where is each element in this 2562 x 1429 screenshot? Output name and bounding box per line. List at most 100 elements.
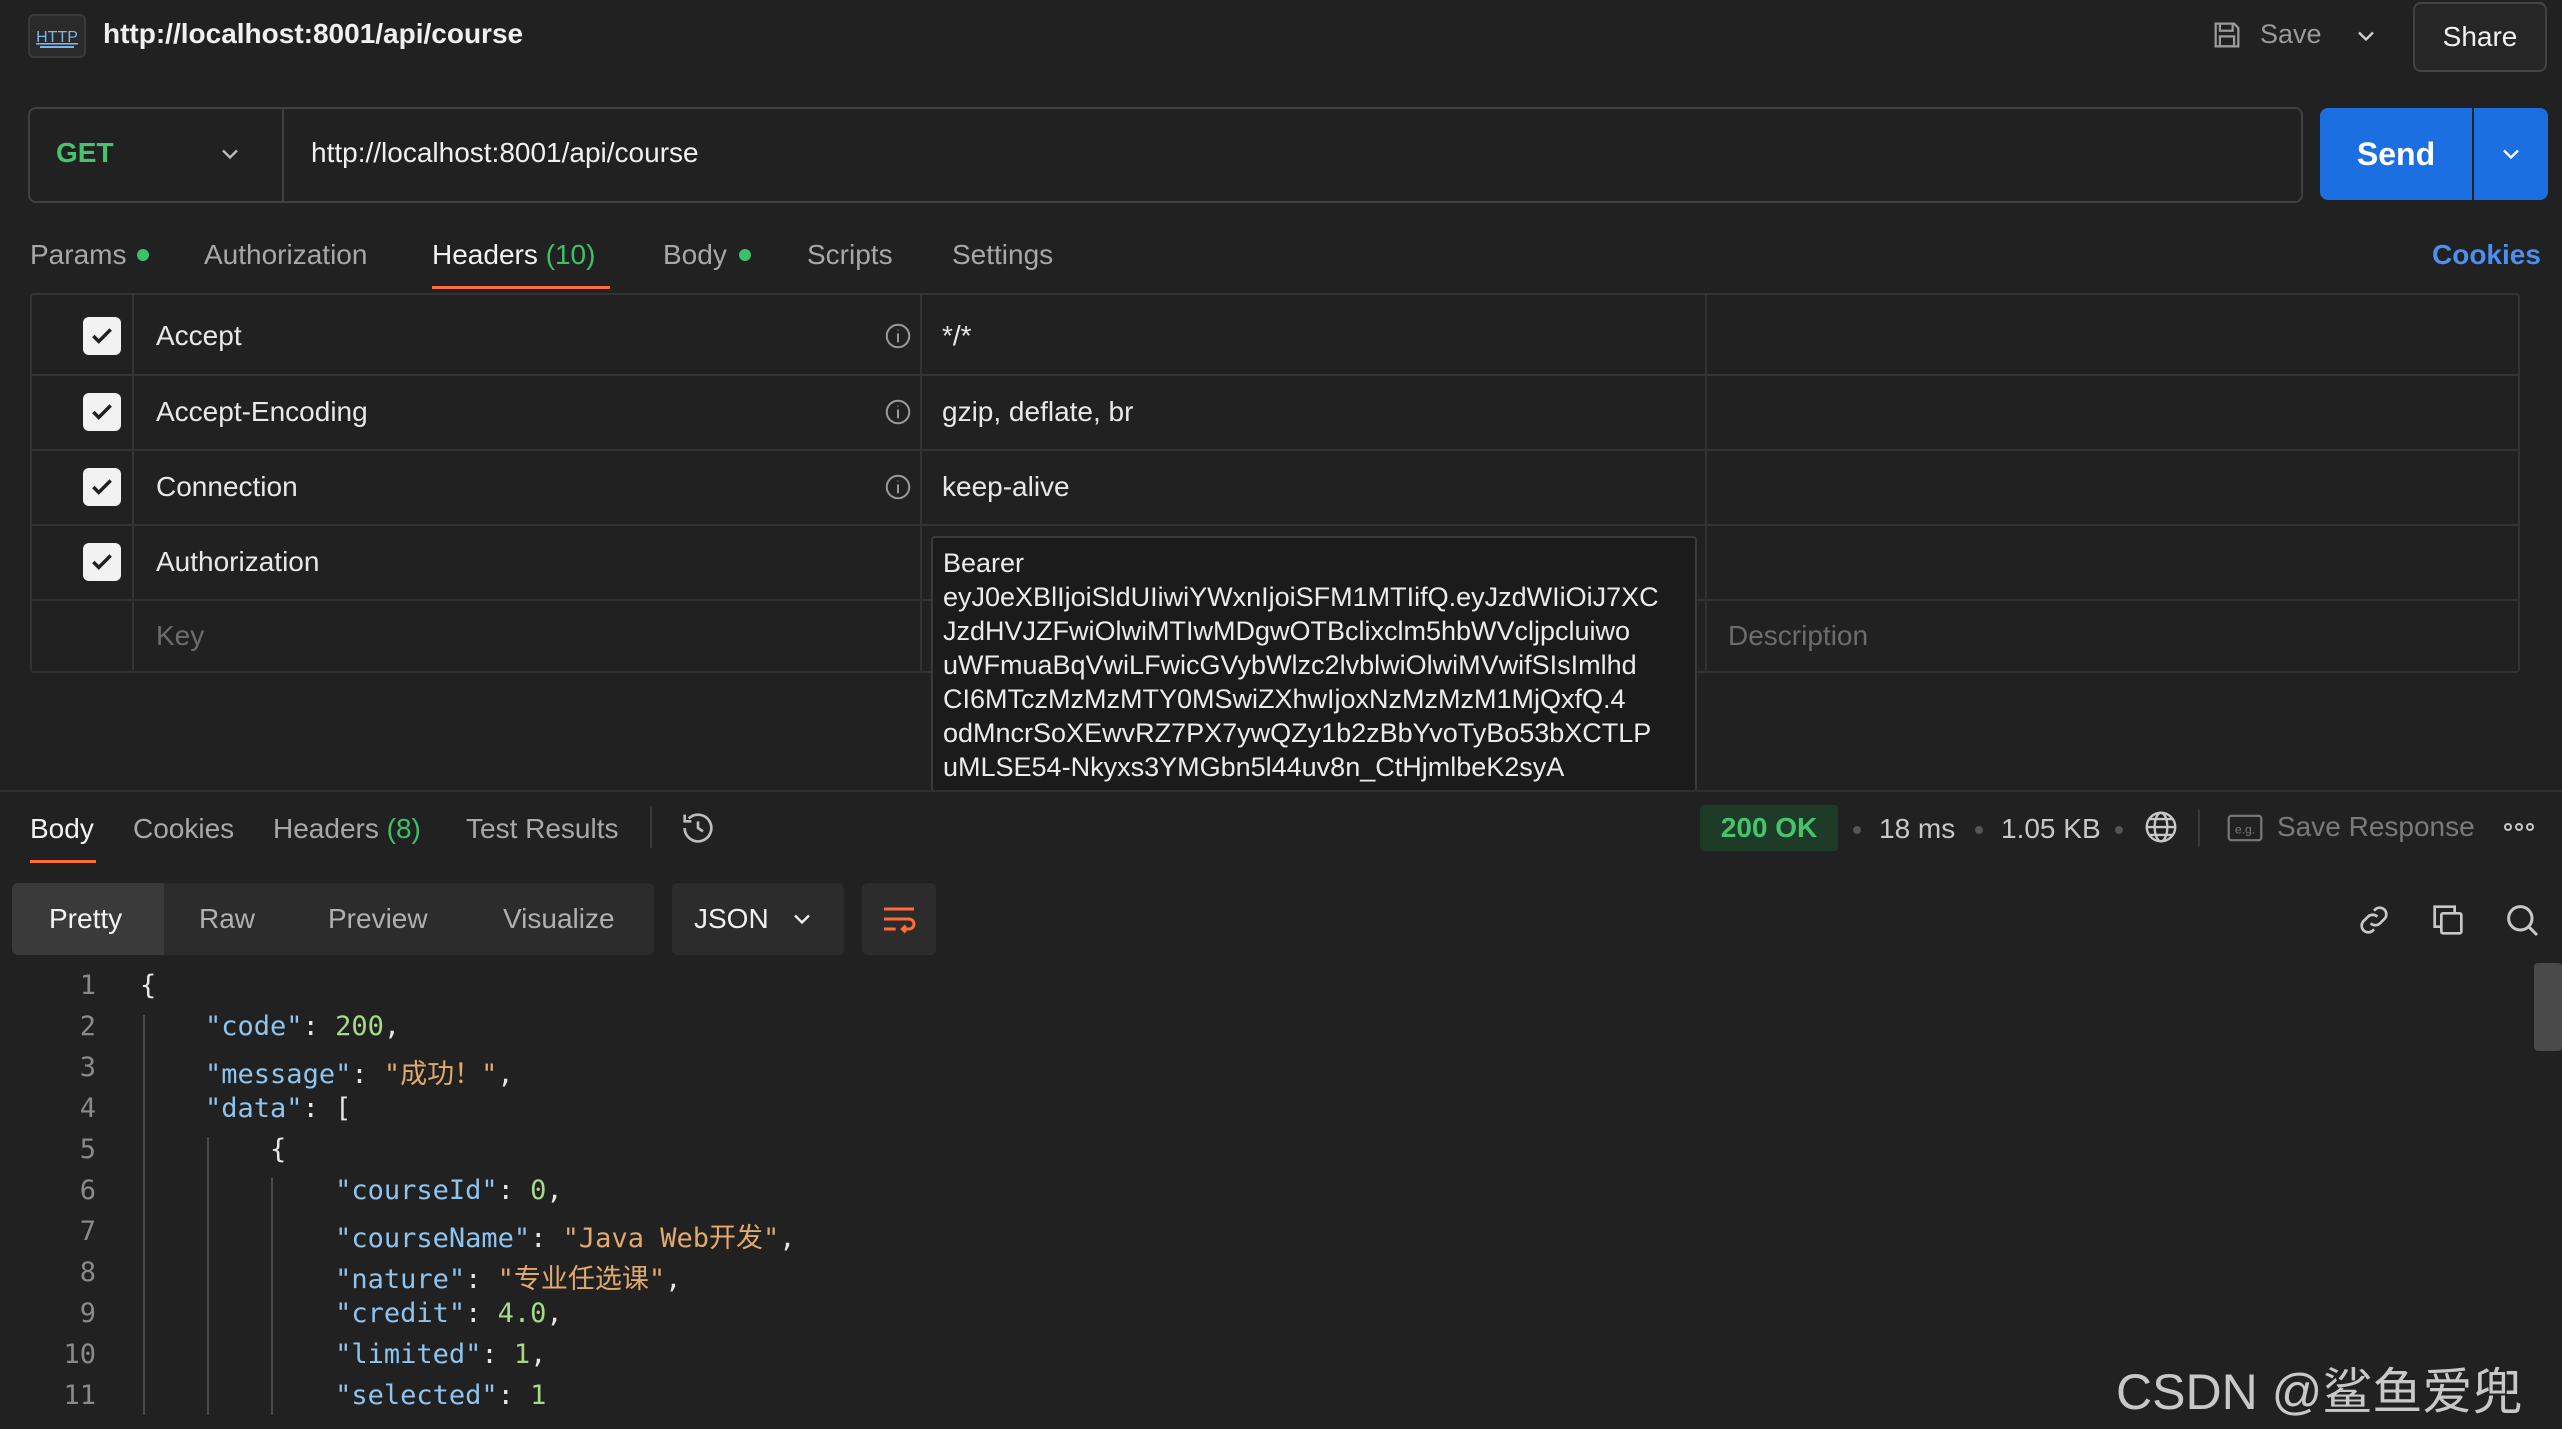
header-connection-checkbox[interactable] [83, 468, 121, 506]
tab-settings[interactable]: Settings [952, 239, 1053, 271]
tab-body[interactable]: Body [663, 239, 727, 271]
header-value[interactable]: gzip, deflate, br [942, 396, 1133, 428]
svg-text:e.g.: e.g. [2235, 822, 2255, 836]
wrap-lines-icon [884, 907, 916, 934]
meta-divider [2198, 810, 2200, 846]
wrap-lines-button[interactable] [862, 883, 936, 955]
line-number: 10 [63, 1339, 96, 1370]
row-divider [32, 449, 2518, 451]
line-number: 7 [79, 1216, 96, 1247]
resp-tab-test-results[interactable]: Test Results [466, 813, 619, 845]
code-line[interactable]: "courseName": "Java Web开发", [140, 1216, 795, 1255]
header-accept-encoding-checkbox[interactable] [83, 393, 121, 431]
resp-tab-cookies[interactable]: Cookies [133, 813, 234, 845]
http-request-icon: HTTP [28, 14, 86, 58]
tab-authorization[interactable]: Authorization [204, 239, 367, 271]
copy-icon[interactable] [2428, 900, 2468, 940]
format-raw[interactable]: Raw [199, 903, 255, 935]
code-line[interactable]: "limited": 1, [140, 1339, 546, 1370]
header-key[interactable]: Accept [156, 320, 242, 352]
bearer-line: eyJ0eXBlIjoiSldUIiwiYWxnIjoiSFM1MTIifQ.e… [943, 582, 1659, 612]
line-number: 3 [79, 1052, 96, 1083]
method-select[interactable]: GET [56, 137, 114, 169]
watermark: CSDN @鲨鱼爱兜兜 [2116, 1364, 2523, 1420]
code-line[interactable]: "code": 200, [140, 1011, 400, 1042]
header-description-input[interactable]: Description [1728, 620, 1868, 652]
response-divider [0, 790, 2562, 792]
code-line[interactable]: "selected": 1 [140, 1380, 546, 1411]
resp-tab-headers[interactable]: Headers (8) [273, 813, 421, 845]
line-number: 6 [79, 1175, 96, 1206]
header-authorization-checkbox[interactable] [83, 543, 121, 581]
request-title[interactable]: http://localhost:8001/api/course [103, 18, 523, 50]
url-input[interactable]: http://localhost:8001/api/course [311, 137, 699, 169]
cookies-link[interactable]: Cookies [2432, 239, 2541, 271]
bearer-line: odMncrSoXEwvRZ7PX7ywQZy1b2zBbYvoTyBo53bX… [943, 718, 1652, 748]
line-number: 11 [63, 1380, 96, 1411]
bearer-line: Bearer [943, 548, 1025, 578]
line-number: 4 [79, 1093, 96, 1124]
column-divider [920, 295, 922, 671]
language-chevron-icon[interactable] [788, 905, 816, 933]
code-line[interactable]: { [140, 1134, 286, 1165]
info-icon[interactable] [883, 472, 913, 502]
column-divider [1705, 295, 1707, 671]
header-key-input[interactable]: Key [156, 620, 204, 652]
header-key[interactable]: Connection [156, 471, 298, 503]
status-badge[interactable]: 200 OK [1700, 805, 1838, 851]
header-key[interactable]: Accept-Encoding [156, 396, 368, 428]
save-button[interactable]: Save [2260, 19, 2322, 50]
header-key[interactable]: Authorization [156, 546, 319, 578]
share-button[interactable]: Share [2413, 2, 2547, 72]
info-icon[interactable] [883, 321, 913, 351]
header-accept-checkbox[interactable] [83, 317, 121, 355]
format-preview[interactable]: Preview [328, 903, 428, 935]
globe-icon[interactable] [2142, 808, 2180, 846]
resp-tab-headers-label: Headers [273, 813, 379, 844]
code-line[interactable]: "nature": "专业任选课", [140, 1257, 681, 1296]
bearer-line: uWFmuaBqVwiLFwicGVybWlzc2lvblwiOlwiMVwif… [943, 650, 1637, 680]
params-indicator-dot [137, 249, 149, 261]
line-number: 2 [79, 1011, 96, 1042]
send-button[interactable]: Send [2320, 108, 2472, 200]
save-options-chevron-icon[interactable] [2352, 22, 2380, 50]
line-number: 5 [79, 1134, 96, 1165]
row-divider [32, 524, 2518, 526]
bearer-line: CI6MTczMzMzMTY0MSwiZXhwIjoxNzMzMzM1MjQxf… [943, 684, 1626, 714]
authorization-value-editor[interactable]: Bearer eyJ0eXBlIjoiSldUIiwiYWxnIjoiSFM1M… [931, 536, 1697, 792]
history-icon[interactable] [678, 808, 718, 848]
header-value[interactable]: keep-alive [942, 471, 1070, 503]
tab-headers-count: (10) [545, 239, 596, 270]
editor-scrollbar[interactable] [2534, 963, 2562, 1051]
resp-tab-body[interactable]: Body [30, 813, 94, 845]
active-tab-indicator [432, 286, 610, 289]
code-line[interactable]: { [140, 970, 156, 1001]
save-icon[interactable] [2210, 18, 2244, 52]
header-value[interactable]: */* [942, 320, 972, 352]
bearer-line: JzdHVJZFwiOlwiMTIwMDgwOTBclixclm5hbWVclj… [943, 616, 1631, 646]
line-number: 8 [79, 1257, 96, 1288]
send-options-chevron-icon[interactable] [2474, 108, 2548, 200]
copy-link-icon[interactable] [2354, 900, 2394, 940]
method-chevron-icon[interactable] [216, 140, 244, 168]
code-line[interactable]: "message": "成功！", [140, 1052, 514, 1091]
example-icon: e.g. [2226, 810, 2264, 846]
tab-headers-label: Headers [432, 239, 538, 270]
tab-params[interactable]: Params [30, 239, 126, 271]
method-divider [282, 109, 284, 201]
code-line[interactable]: "data": [ [140, 1093, 351, 1124]
tab-headers[interactable]: Headers (10) [432, 239, 595, 271]
response-size[interactable]: 1.05 KB [2001, 813, 2101, 845]
format-visualize[interactable]: Visualize [503, 903, 615, 935]
code-line[interactable]: "courseId": 0, [140, 1175, 563, 1206]
response-time[interactable]: 18 ms [1879, 813, 1955, 845]
more-options-icon[interactable] [2502, 820, 2536, 834]
format-pretty[interactable]: Pretty [49, 903, 122, 935]
info-icon[interactable] [883, 397, 913, 427]
line-number: 1 [79, 970, 96, 1001]
svg-text:HTTP: HTTP [36, 29, 78, 46]
search-icon[interactable] [2502, 900, 2542, 940]
tab-scripts[interactable]: Scripts [807, 239, 893, 271]
code-line[interactable]: "credit": 4.0, [140, 1298, 563, 1329]
save-response-button[interactable]: Save Response [2277, 811, 2475, 843]
